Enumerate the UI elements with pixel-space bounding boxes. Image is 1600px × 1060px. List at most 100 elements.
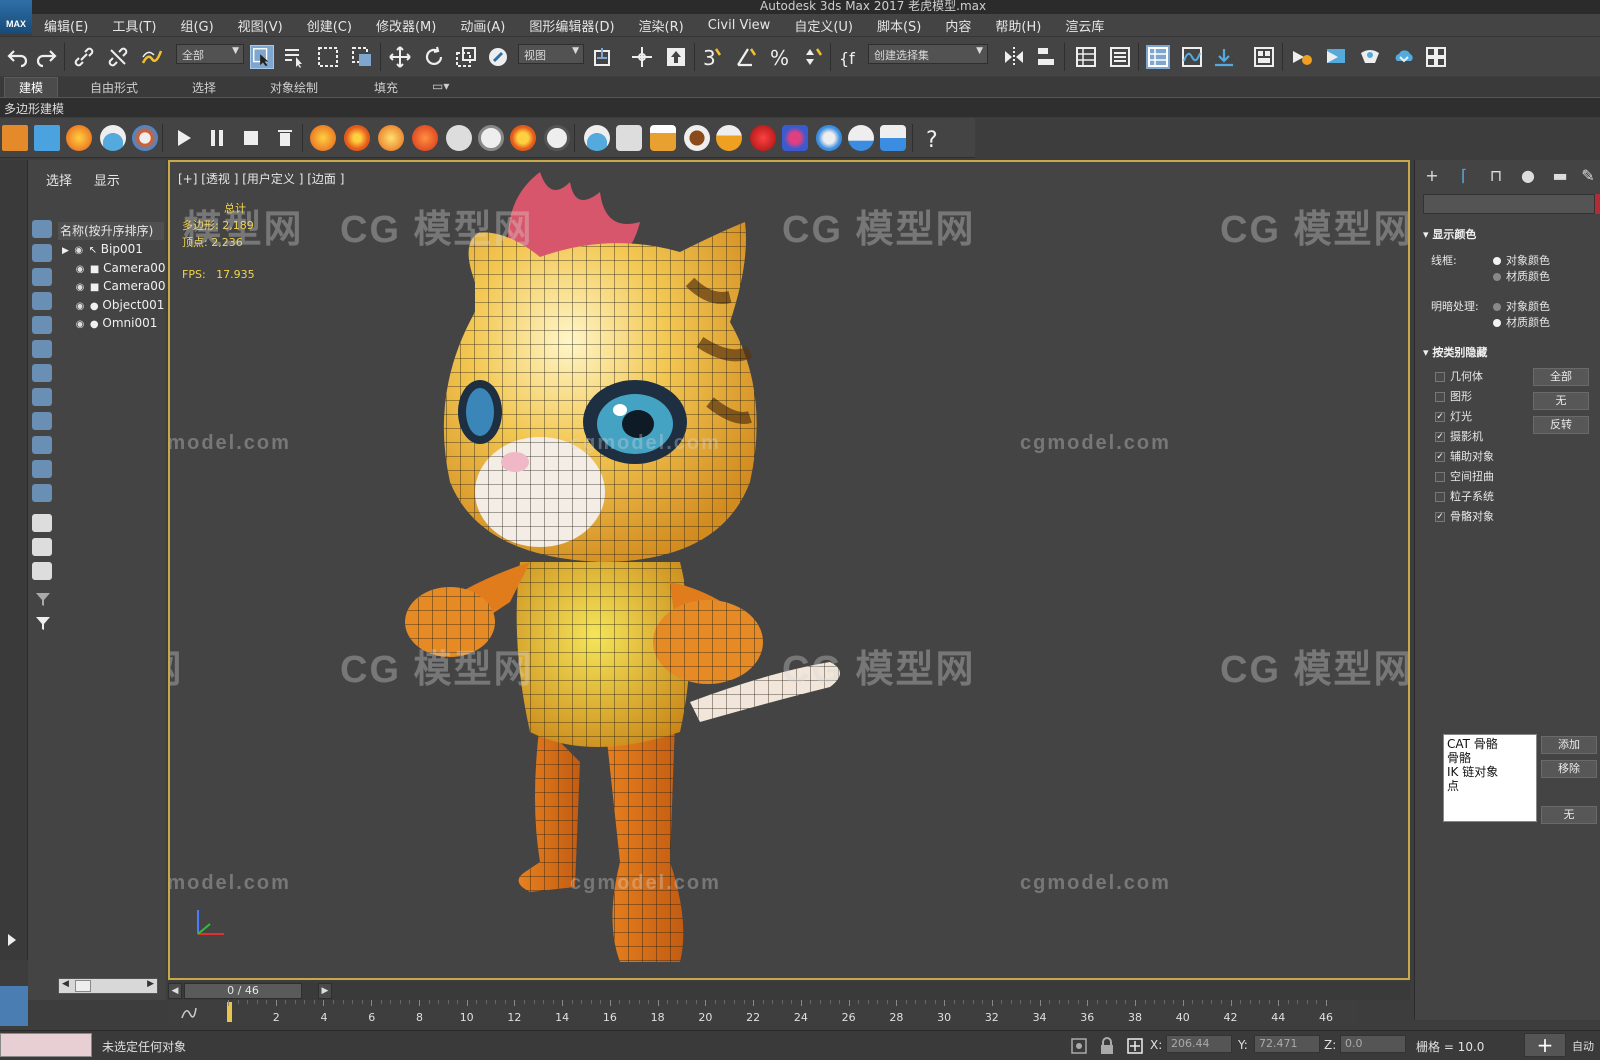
isolate-selection-icon[interactable] (1070, 1037, 1088, 1055)
checkbox-box[interactable] (1435, 372, 1445, 382)
checkbox-box[interactable]: ✓ (1435, 452, 1445, 462)
visibility-eye-icon[interactable]: ◉ (74, 282, 86, 293)
keyboard-shortcut-icon[interactable] (664, 45, 688, 69)
menu-item[interactable]: 脚本(S) (865, 16, 933, 35)
ribbon-tab[interactable]: 填充 (374, 79, 398, 96)
curve-editor-mini-icon[interactable] (180, 1004, 198, 1020)
display-spacewarps-icon[interactable] (32, 340, 52, 358)
scale-icon[interactable] (454, 45, 478, 69)
checkbox-box[interactable] (1435, 492, 1445, 502)
prev-frame-button[interactable]: ◀ (168, 983, 182, 999)
x-coord-input[interactable]: 206.44 (1166, 1035, 1232, 1053)
checkbox-box[interactable] (1435, 392, 1445, 402)
explorer-tab-select[interactable]: 选择 (46, 174, 72, 189)
menu-item[interactable]: 帮助(H) (983, 16, 1053, 35)
category-checkbox[interactable]: 图形 (1435, 388, 1472, 404)
select-by-name-icon[interactable] (282, 45, 306, 69)
display-groups-icon[interactable] (32, 364, 52, 382)
particles-icon[interactable] (132, 125, 158, 151)
display-bones-icon[interactable] (32, 412, 52, 430)
shaded-material-color-radio[interactable]: 材质颜色 (1493, 314, 1550, 330)
align-icon[interactable] (1034, 45, 1058, 69)
display-cameras-icon[interactable] (32, 292, 52, 310)
maxscript-listener[interactable] (0, 1033, 92, 1057)
explorer-row[interactable]: ◉ ■ Camera002 (62, 279, 166, 297)
snaps-toggle-icon[interactable]: 3 (700, 45, 724, 69)
burn-icon[interactable] (510, 125, 536, 151)
create-tab-icon[interactable]: + (1419, 166, 1445, 188)
display-invert-icon[interactable] (32, 562, 52, 580)
category-list[interactable]: CAT 骨骼 骨骼 IK 链对象 点 (1443, 734, 1537, 822)
display-color-rollout-title[interactable]: ▾ 显示颜色 (1423, 226, 1599, 242)
time-slider-thumb[interactable]: 0 / 46 (184, 983, 302, 999)
flame-icon[interactable] (310, 125, 336, 151)
water-icon[interactable] (100, 125, 126, 151)
explorer-tab-display[interactable]: 显示 (94, 174, 120, 189)
menu-item[interactable]: 渲染(R) (627, 16, 696, 35)
window-crossing-icon[interactable] (350, 45, 374, 69)
category-checkbox[interactable]: ✓ 骨骼对象 (1435, 508, 1494, 524)
lock-icon[interactable] (1098, 1037, 1116, 1055)
menu-item[interactable]: 自定义(U) (782, 16, 865, 35)
beer-icon[interactable] (650, 125, 676, 151)
unlink-icon[interactable] (106, 45, 130, 69)
wireframe-object-color-radio[interactable]: 对象颜色 (1493, 252, 1550, 268)
shaded-object-color-radio[interactable]: 对象颜色 (1493, 298, 1550, 314)
display-helpers-icon[interactable] (32, 316, 52, 334)
ribbon-tab[interactable]: 对象绘制 (270, 79, 318, 96)
track-bar[interactable]: 2 4 6 8 10 12 14 16 18 20 22 24 26 28 30 32 34 36 38 40 42 44… (168, 1000, 1358, 1024)
category-checkbox[interactable]: 空间扭曲 (1435, 468, 1494, 484)
rect-selection-icon[interactable] (316, 45, 340, 69)
explorer-row[interactable]: ◉ ● Omni001 (62, 316, 166, 334)
category-list-item[interactable]: 骨骼 (1447, 751, 1533, 765)
display-lights-icon[interactable] (32, 268, 52, 286)
wind-icon[interactable] (544, 125, 570, 151)
wireframe-material-color-radio[interactable]: 材质颜色 (1493, 268, 1550, 284)
cube-liquid-icon[interactable] (616, 125, 642, 151)
checkbox-box[interactable]: ✓ (1435, 512, 1445, 522)
smoke-icon[interactable] (412, 125, 438, 151)
menu-item[interactable]: 工具(T) (100, 16, 168, 35)
placement-icon[interactable] (486, 45, 510, 69)
tiger-character-model[interactable] (390, 162, 850, 980)
mirror-icon[interactable] (1002, 45, 1026, 69)
render-setup-icon[interactable] (1290, 45, 1314, 69)
motion-tab-icon[interactable]: ● (1515, 166, 1541, 188)
display-tab-icon[interactable]: ▬ (1547, 166, 1573, 188)
hide-all-button[interactable]: 全部 (1533, 368, 1589, 386)
display-containers-icon[interactable] (32, 436, 52, 454)
add-category-button[interactable]: 添加 (1541, 736, 1597, 754)
auto-key-label[interactable]: 自动 (1572, 1038, 1594, 1054)
bind-spacewarp-icon[interactable] (140, 45, 164, 69)
app-logo-button[interactable]: MAX (0, 0, 32, 34)
category-list-item[interactable]: 点 (1447, 779, 1533, 793)
visibility-eye-icon[interactable]: ◉ (73, 245, 85, 256)
explorer-row[interactable]: ◉ ● Object001 (62, 298, 166, 316)
grid-sim-icon[interactable] (34, 125, 60, 151)
ocean-icon[interactable] (848, 125, 874, 151)
menu-item[interactable]: 创建(C) (295, 16, 364, 35)
rendered-frame-icon[interactable] (1324, 45, 1348, 69)
category-list-item[interactable]: CAT 骨骼 (1447, 737, 1533, 751)
angle-snap-icon[interactable] (734, 45, 758, 69)
hide-invert-button[interactable]: 反转 (1533, 416, 1589, 434)
menu-item[interactable]: Civil View (696, 18, 783, 33)
menu-item[interactable]: 渲云库 (1053, 16, 1116, 35)
render-production-icon[interactable] (1358, 45, 1382, 69)
explorer-row[interactable]: ▶ ◉ ↖ Bip001 (62, 242, 166, 260)
category-list-item[interactable]: IK 链对象 (1447, 765, 1533, 779)
display-xrefs-icon[interactable] (32, 388, 52, 406)
spinner-snap-icon[interactable] (800, 45, 824, 69)
remove-category-button[interactable]: 移除 (1541, 760, 1597, 778)
ribbon-toggle-icon[interactable] (1108, 45, 1132, 69)
visibility-eye-icon[interactable]: ◉ (74, 264, 86, 275)
category-checkbox[interactable]: ✓ 辅助对象 (1435, 448, 1494, 464)
explorer-row[interactable]: ◉ ■ Camera001 (62, 261, 166, 279)
named-selection-dropdown[interactable]: 创建选择集 ▼ (868, 44, 988, 64)
edit-named-selection-icon[interactable]: {f (838, 45, 862, 69)
next-frame-button[interactable]: ▶ (318, 983, 332, 999)
hierarchy-tab-icon[interactable]: ⊓ (1483, 166, 1509, 188)
expand-triangle-icon[interactable]: ▶ (62, 246, 69, 256)
menu-item[interactable]: 编辑(E) (32, 16, 100, 35)
pivot-center-icon[interactable] (592, 45, 616, 69)
